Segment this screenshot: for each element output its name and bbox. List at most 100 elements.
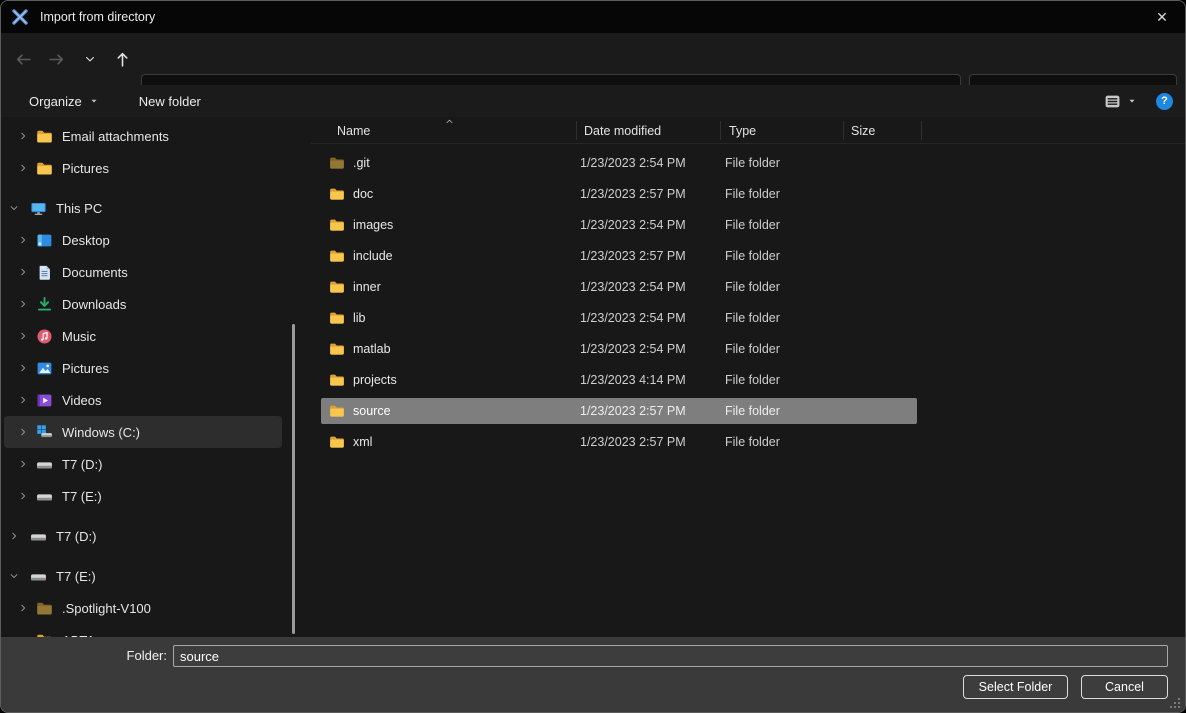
column-divider[interactable] <box>921 121 922 140</box>
app-icon <box>11 8 29 26</box>
folder-icon <box>329 403 345 419</box>
sidebar-item-t7-d-child[interactable]: T7 (D:) <box>4 448 282 480</box>
view-options-button[interactable] <box>1099 90 1142 113</box>
sidebar-item-desktop[interactable]: Desktop <box>4 224 282 256</box>
close-icon: ✕ <box>1156 9 1168 26</box>
forward-button[interactable] <box>40 42 73 76</box>
desktop-icon <box>36 232 53 249</box>
sidebar-item-t7-d-root[interactable]: T7 (D:) <box>4 520 282 552</box>
music-icon <box>36 328 53 345</box>
chevron-down-icon <box>89 96 99 106</box>
drive-icon <box>36 488 53 505</box>
window-title: Import from directory <box>40 10 155 24</box>
file-row-doc[interactable]: doc 1/23/2023 2:57 PM File folder <box>321 181 917 207</box>
new-folder-label: New folder <box>139 94 201 109</box>
column-header-size[interactable]: Size <box>843 117 921 144</box>
folder-icon <box>36 128 53 145</box>
chevron-right-icon[interactable] <box>15 600 31 616</box>
sidebar-item-pictures[interactable]: Pictures <box>4 352 282 384</box>
close-button[interactable]: ✕ <box>1139 1 1185 33</box>
resize-grip[interactable] <box>1169 697 1181 709</box>
file-row-matlab[interactable]: matlab 1/23/2023 2:54 PM File folder <box>321 336 917 362</box>
sidebar-item-downloads[interactable]: Downloads <box>4 288 282 320</box>
chevron-right-icon[interactable] <box>15 160 31 176</box>
import-dialog-window: Import from directory ✕ › This PC › Wind… <box>0 0 1186 713</box>
sidebar-scrollbar[interactable] <box>292 324 295 634</box>
videos-icon <box>36 392 53 409</box>
file-row-include[interactable]: include 1/23/2023 2:57 PM File folder <box>321 243 917 269</box>
file-row-images[interactable]: images 1/23/2023 2:54 PM File folder <box>321 212 917 238</box>
hidden-folder-icon <box>36 600 53 617</box>
windows-drive-icon <box>36 424 53 441</box>
column-header-date-modified[interactable]: Date modified <box>576 117 720 144</box>
back-button[interactable] <box>7 42 40 76</box>
chevron-right-icon[interactable] <box>15 264 31 280</box>
column-divider[interactable] <box>843 121 844 140</box>
navigation-bar: › This PC › Windows (C:) › GIT8 › awe-mo… <box>1 33 1185 85</box>
documents-icon <box>36 264 53 281</box>
sidebar-item-this-pc[interactable]: This PC <box>4 192 282 224</box>
chevron-right-icon[interactable] <box>15 296 31 312</box>
folder-name-input[interactable] <box>173 645 1168 667</box>
chevron-down-icon[interactable] <box>6 568 22 584</box>
file-row-source-selected[interactable]: source 1/23/2023 2:57 PM File folder <box>321 398 917 424</box>
recent-locations-button[interactable] <box>73 42 106 76</box>
chevron-right-icon[interactable] <box>15 392 31 408</box>
up-icon <box>114 51 131 68</box>
sidebar-item-t7-e-child[interactable]: T7 (E:) <box>4 480 282 512</box>
chevron-down-icon <box>84 53 96 65</box>
footer-bar: Folder: Select Folder Cancel <box>1 637 1185 712</box>
organize-button[interactable]: Organize <box>21 90 107 113</box>
sidebar-item-music[interactable]: Music <box>4 320 282 352</box>
forward-icon <box>48 51 65 68</box>
column-divider[interactable] <box>720 121 721 140</box>
chevron-down-icon[interactable] <box>6 200 22 216</box>
select-folder-button[interactable]: Select Folder <box>963 675 1068 699</box>
sidebar-item-spotlight-v100[interactable]: .Spotlight-V100 <box>4 592 282 624</box>
folder-icon <box>329 372 345 388</box>
hidden-folder-icon <box>329 155 345 171</box>
up-button[interactable] <box>106 42 139 76</box>
sidebar-item-email-attachments[interactable]: Email attachments <box>4 120 282 152</box>
drive-icon <box>30 568 47 585</box>
new-folder-button[interactable]: New folder <box>131 90 209 113</box>
chevron-right-icon[interactable] <box>6 528 22 544</box>
folder-icon <box>329 310 345 326</box>
chevron-right-icon[interactable] <box>15 456 31 472</box>
folder-icon <box>329 434 345 450</box>
folder-icon <box>329 341 345 357</box>
chevron-right-icon[interactable] <box>15 424 31 440</box>
folder-label: Folder: <box>101 648 167 663</box>
file-list-pane: Name Date modified Type Size .git 1/23/2… <box>311 117 1185 639</box>
chevron-right-icon[interactable] <box>15 232 31 248</box>
sidebar-item-documents[interactable]: Documents <box>4 256 282 288</box>
chevron-down-icon <box>1127 96 1137 106</box>
sidebar-item-t7-e-root[interactable]: T7 (E:) <box>4 560 282 592</box>
file-row-projects[interactable]: projects 1/23/2023 4:14 PM File folder <box>321 367 917 393</box>
column-header-type[interactable]: Type <box>720 117 843 144</box>
file-row-lib[interactable]: lib 1/23/2023 2:54 PM File folder <box>321 305 917 331</box>
file-row-inner[interactable]: inner 1/23/2023 2:54 PM File folder <box>321 274 917 300</box>
chevron-right-icon[interactable] <box>15 360 31 376</box>
sidebar-item-windows-c[interactable]: Windows (C:) <box>4 416 282 448</box>
column-header-name[interactable]: Name <box>311 117 576 144</box>
this-pc-icon <box>30 200 47 217</box>
sidebar-item-videos[interactable]: Videos <box>4 384 282 416</box>
command-bar-right: ? <box>1099 90 1173 113</box>
chevron-right-icon[interactable] <box>15 128 31 144</box>
folder-icon <box>329 279 345 295</box>
chevron-right-icon[interactable] <box>15 328 31 344</box>
chevron-right-icon[interactable] <box>15 488 31 504</box>
downloads-icon <box>36 296 53 313</box>
file-row-git[interactable]: .git 1/23/2023 2:54 PM File folder <box>321 150 917 176</box>
sidebar-item-pictures-top[interactable]: Pictures <box>4 152 282 184</box>
command-bar: Organize New folder ? <box>1 85 1185 117</box>
question-mark-icon: ? <box>1161 95 1168 107</box>
folder-icon <box>329 186 345 202</box>
cancel-button[interactable]: Cancel <box>1081 675 1168 699</box>
help-button[interactable]: ? <box>1156 93 1173 110</box>
file-row-xml[interactable]: xml 1/23/2023 2:57 PM File folder <box>321 429 917 455</box>
column-divider[interactable] <box>576 121 577 140</box>
folder-icon <box>329 217 345 233</box>
drive-icon <box>30 528 47 545</box>
